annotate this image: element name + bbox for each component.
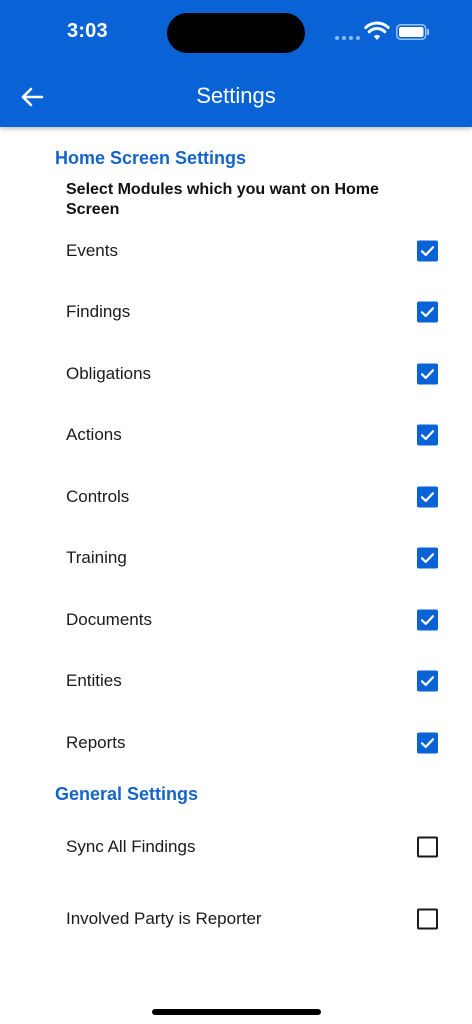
setting-label: Involved Party is Reporter xyxy=(66,909,262,928)
setting-row-actions[interactable]: Actions xyxy=(0,415,472,455)
setting-row-events[interactable]: Events xyxy=(0,231,472,271)
setting-row-involved-party-is-reporter[interactable]: Involved Party is Reporter xyxy=(0,899,472,939)
setting-label: Events xyxy=(66,241,118,260)
obligations-checkbox[interactable] xyxy=(417,363,438,385)
checkmark-icon xyxy=(420,676,435,686)
setting-label: Documents xyxy=(66,610,152,629)
reports-checkbox[interactable] xyxy=(417,732,438,754)
setting-row-obligations[interactable]: Obligations xyxy=(0,354,472,394)
setting-row-entities[interactable]: Entities xyxy=(0,661,472,701)
setting-row-sync-all-findings[interactable]: Sync All Findings xyxy=(0,827,472,867)
home-screen-settings-heading: Home Screen Settings xyxy=(55,148,247,168)
setting-row-findings[interactable]: Findings xyxy=(0,292,472,332)
checkmark-icon xyxy=(420,615,435,625)
findings-checkbox[interactable] xyxy=(417,301,438,323)
wifi-icon xyxy=(364,21,390,40)
cellular-signal-icon xyxy=(335,36,360,40)
checkmark-icon xyxy=(420,430,435,440)
page-title: Settings xyxy=(196,83,276,108)
checkmark-icon xyxy=(420,307,435,317)
module-selection-prompt: Select Modules which you want on Home Sc… xyxy=(66,181,379,218)
controls-checkbox[interactable] xyxy=(417,486,438,508)
documents-checkbox[interactable] xyxy=(417,609,438,631)
checkmark-icon xyxy=(420,492,435,502)
checkmark-icon xyxy=(420,369,435,379)
setting-label: Entities xyxy=(66,671,122,690)
setting-label: Reports xyxy=(66,733,126,752)
setting-row-controls[interactable]: Controls xyxy=(0,477,472,517)
general-settings-heading: General Settings xyxy=(55,784,199,804)
setting-label: Obligations xyxy=(66,364,152,383)
home-indicator xyxy=(152,1009,321,1015)
actions-checkbox[interactable] xyxy=(417,424,438,446)
sync-all-findings-checkbox[interactable] xyxy=(417,836,438,858)
app-header: 3:03 Settings xyxy=(0,0,472,127)
setting-row-documents[interactable]: Documents xyxy=(0,600,472,640)
setting-label: Actions xyxy=(66,425,122,444)
setting-label: Training xyxy=(66,548,127,567)
checkmark-icon xyxy=(420,246,435,256)
checkmark-icon xyxy=(420,738,435,748)
battery-icon xyxy=(396,24,430,40)
setting-label: Sync All Findings xyxy=(66,837,196,856)
dynamic-island xyxy=(167,13,305,53)
entities-checkbox[interactable] xyxy=(417,670,438,692)
training-checkbox[interactable] xyxy=(417,547,438,569)
checkmark-icon xyxy=(420,553,435,563)
setting-label: Findings xyxy=(66,302,131,321)
setting-label: Controls xyxy=(66,487,130,506)
involved-party-is-reporter-checkbox[interactable] xyxy=(417,908,438,930)
events-checkbox[interactable] xyxy=(417,240,438,262)
status-time: 3:03 xyxy=(67,20,108,42)
setting-row-reports[interactable]: Reports xyxy=(0,723,472,763)
setting-row-training[interactable]: Training xyxy=(0,538,472,578)
settings-content[interactable]: Home Screen Settings Select Modules whic… xyxy=(0,127,472,985)
